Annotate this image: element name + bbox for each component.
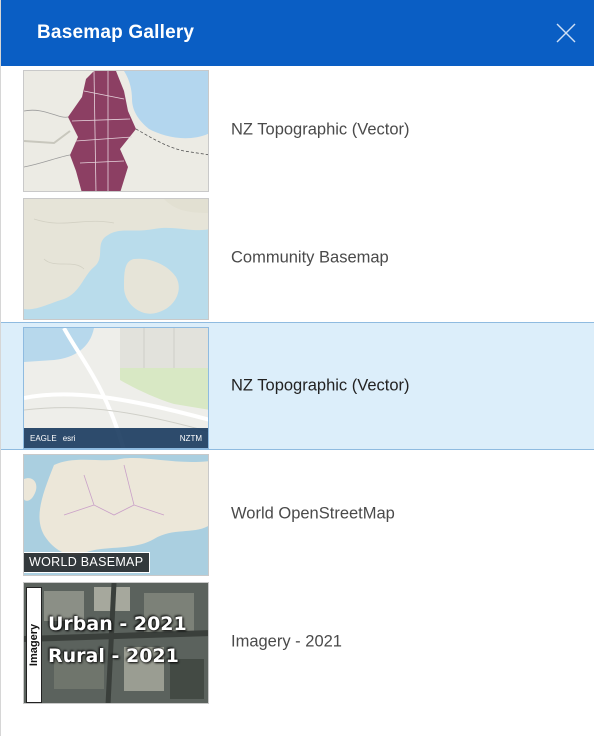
- basemap-item-imagery-2021[interactable]: Imagery Urban - 2021 Rural - 2021 Imager…: [1, 578, 594, 706]
- basemap-item-nz-topographic[interactable]: NZ Topographic (Vector): [1, 66, 594, 194]
- imagery-side-label: Imagery: [26, 587, 42, 703]
- panel-title: Basemap Gallery: [37, 22, 195, 43]
- imagery-side-text: Imagery: [28, 623, 40, 667]
- basemap-item-world-openstreetmap[interactable]: WORLD BASEMAP World OpenStreetMap: [1, 450, 594, 578]
- world-basemap-tag: WORLD BASEMAP: [24, 552, 151, 573]
- basemap-item-community[interactable]: Community Basemap: [1, 194, 594, 322]
- basemap-list: NZ Topographic (Vector) Community Basema…: [1, 66, 594, 706]
- basemap-label: NZ Topographic (Vector): [231, 120, 410, 139]
- basemap-label: Imagery - 2021: [231, 632, 342, 651]
- panel-header: Basemap Gallery: [1, 0, 594, 66]
- basemap-thumbnail: EAGLE esri NZTM: [23, 327, 209, 449]
- esri-logo: esri: [62, 433, 76, 443]
- thumbnail-urban-text: Urban - 2021: [48, 613, 187, 635]
- basemap-label: NZ Topographic (Vector): [231, 376, 410, 395]
- eagle-logo: EAGLE: [30, 433, 57, 443]
- close-icon[interactable]: [552, 19, 580, 47]
- basemap-thumbnail: [23, 198, 209, 320]
- nztm-logo: NZTM: [179, 433, 202, 443]
- basemap-label: Community Basemap: [231, 248, 389, 267]
- basemap-gallery-panel: Basemap Gallery NZ Topographic (Vector) …: [0, 0, 594, 736]
- thumbnail-logo-strip: EAGLE esri NZTM: [24, 428, 208, 448]
- basemap-thumbnail: WORLD BASEMAP: [23, 454, 209, 576]
- thumbnail-rural-text: Rural - 2021: [48, 645, 179, 667]
- basemap-thumbnail: [23, 70, 209, 192]
- basemap-thumbnail: Imagery Urban - 2021 Rural - 2021: [23, 582, 209, 704]
- basemap-item-nz-topographic-selected[interactable]: EAGLE esri NZTM NZ Topographic (Vector): [1, 322, 594, 450]
- basemap-label: World OpenStreetMap: [231, 504, 395, 523]
